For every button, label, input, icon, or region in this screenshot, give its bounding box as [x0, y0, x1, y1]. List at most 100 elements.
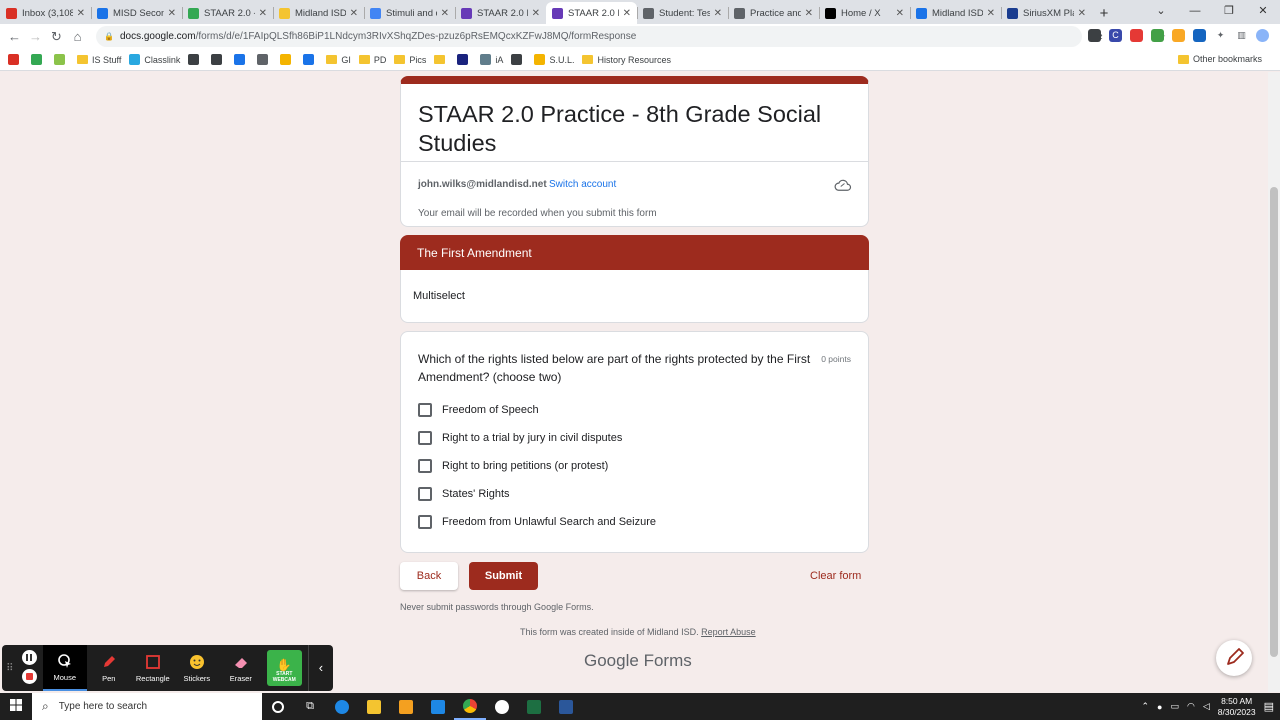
task-view-icon[interactable]: ⧉	[294, 693, 326, 720]
checkbox[interactable]	[418, 459, 432, 473]
clear-form-button[interactable]: Clear form	[810, 570, 861, 582]
page-scrollbar[interactable]	[1268, 72, 1280, 692]
tab-close-icon[interactable]: ✕	[259, 8, 267, 19]
checkbox[interactable]	[418, 487, 432, 501]
close-window-button[interactable]: ✕	[1246, 0, 1280, 24]
checkbox[interactable]	[418, 403, 432, 417]
extension-icon[interactable]	[1193, 29, 1206, 42]
bookmark-item[interactable]	[211, 54, 226, 65]
bookmark-item[interactable]	[511, 54, 526, 65]
chrome-icon[interactable]	[454, 693, 486, 720]
extension-icon[interactable]	[1151, 29, 1164, 42]
store-icon[interactable]	[390, 693, 422, 720]
back-arrow-icon[interactable]: ←	[4, 29, 25, 44]
bookmark-item[interactable]: IS Stuff	[77, 55, 121, 65]
bookmark-item[interactable]	[303, 54, 318, 65]
tab-close-icon[interactable]: ✕	[1078, 8, 1086, 19]
bookmark-item[interactable]: PD	[358, 55, 386, 65]
browser-tab[interactable]: Student: Test ✕	[637, 2, 728, 24]
tab-close-icon[interactable]: ✕	[896, 8, 904, 19]
bookmark-item[interactable]	[234, 54, 249, 65]
back-button[interactable]: Back	[400, 562, 458, 590]
tool-eraser-button[interactable]: Eraser	[219, 645, 263, 691]
reload-icon[interactable]: ↻	[46, 29, 67, 45]
tab-close-icon[interactable]: ✕	[987, 8, 995, 19]
bookmark-item[interactable]: S.U.L.	[534, 54, 574, 65]
tab-close-icon[interactable]: ✕	[168, 8, 176, 19]
tool-stickers-button[interactable]: Stickers	[175, 645, 219, 691]
browser-tab[interactable]: SiriusXM Play ✕	[1001, 2, 1092, 24]
bookmark-item[interactable]	[280, 54, 295, 65]
checkbox-option[interactable]: Freedom of Speech	[418, 403, 539, 417]
extension-icon[interactable]	[1172, 29, 1185, 42]
cortana-icon[interactable]	[262, 693, 294, 720]
browser-tab[interactable]: STAAR 2.0 - G ✕	[182, 2, 273, 24]
tool-pen-button[interactable]: Pen	[87, 645, 131, 691]
checkbox-option[interactable]: Freedom from Unlawful Search and Seizure	[418, 515, 656, 529]
forward-arrow-icon[interactable]: →	[25, 29, 46, 44]
battery-icon[interactable]: ▭	[1170, 701, 1179, 712]
extension-icon[interactable]	[1088, 29, 1101, 42]
home-icon[interactable]: ⌂	[67, 29, 88, 44]
other-bookmarks[interactable]: Other bookmarks	[1177, 54, 1262, 64]
checkbox[interactable]	[418, 431, 432, 445]
puzzle-icon[interactable]: ✦	[1214, 29, 1227, 42]
checkbox-option[interactable]: States' Rights	[418, 487, 510, 501]
minimize-button[interactable]: —	[1178, 0, 1212, 24]
tray-chevron-icon[interactable]: ⌃	[1141, 701, 1149, 712]
tab-search-icon[interactable]: ⌄	[1144, 0, 1178, 24]
tab-close-icon[interactable]: ✕	[623, 8, 631, 19]
browser-tab[interactable]: Midland ISD ✕	[910, 2, 1001, 24]
browser-tab[interactable]: STAAR 2.0 Pr ✕	[546, 2, 637, 24]
bookmark-item[interactable]: GI	[326, 55, 351, 65]
bookmark-item[interactable]: Classlink	[129, 54, 180, 65]
notifications-icon[interactable]: ▤	[1264, 700, 1274, 713]
word-icon[interactable]	[550, 693, 582, 720]
tool-rectangle-button[interactable]: Rectangle	[131, 645, 175, 691]
file-explorer-icon[interactable]	[358, 693, 390, 720]
browser-tab[interactable]: Midland ISD ✕	[273, 2, 364, 24]
browser-tab[interactable]: Practice and I ✕	[728, 2, 819, 24]
network-icon[interactable]: ◠	[1187, 701, 1195, 712]
app-icon[interactable]	[486, 693, 518, 720]
bookmark-item[interactable]	[434, 55, 449, 64]
drag-handle-icon[interactable]: ⠿	[2, 663, 18, 674]
tool-mouse-button[interactable]: Mouse	[42, 645, 87, 691]
tab-close-icon[interactable]: ✕	[441, 8, 449, 19]
scrollbar-thumb[interactable]	[1270, 187, 1278, 657]
bookmark-item[interactable]: iA	[480, 54, 503, 65]
bookmark-item[interactable]	[8, 54, 23, 65]
mail-icon[interactable]	[422, 693, 454, 720]
edit-pencil-button[interactable]	[1216, 640, 1252, 676]
bookmark-item[interactable]	[31, 54, 46, 65]
cloud-save-icon[interactable]	[834, 178, 852, 192]
report-abuse-link[interactable]: Report Abuse	[701, 627, 756, 637]
browser-tab[interactable]: Home / X ✕	[819, 2, 910, 24]
taskbar-search-input[interactable]: ⌕ Type here to search	[32, 693, 262, 720]
stop-recording-button[interactable]	[21, 669, 37, 684]
profile-avatar[interactable]	[1256, 29, 1269, 42]
bookmark-item[interactable]	[257, 54, 272, 65]
excel-icon[interactable]	[518, 693, 550, 720]
windows-start-icon[interactable]	[0, 698, 32, 716]
pause-recording-button[interactable]	[21, 650, 37, 665]
tab-close-icon[interactable]: ✕	[532, 8, 540, 19]
bookmark-item[interactable]	[54, 54, 69, 65]
tab-close-icon[interactable]: ✕	[77, 8, 85, 19]
taskbar-clock[interactable]: 8:50 AM 8/30/2023	[1218, 696, 1256, 718]
browser-tab[interactable]: Stimuli and q ✕	[364, 2, 455, 24]
new-tab-button[interactable]: +	[1092, 2, 1116, 24]
bookmark-item[interactable]	[188, 54, 203, 65]
google-forms-logo[interactable]: Google Forms	[584, 651, 692, 671]
extension-icon[interactable]: C	[1109, 29, 1122, 42]
tab-close-icon[interactable]: ✕	[805, 8, 813, 19]
tab-close-icon[interactable]: ✕	[350, 8, 358, 19]
bookmark-item[interactable]: Pics	[394, 55, 426, 65]
side-panel-icon[interactable]: ▥	[1235, 29, 1248, 42]
tab-close-icon[interactable]: ✕	[714, 8, 722, 19]
restore-button[interactable]: ❐	[1212, 0, 1246, 24]
bookmark-item[interactable]: History Resources	[582, 55, 671, 65]
checkbox-option[interactable]: Right to bring petitions (or protest)	[418, 459, 608, 473]
address-bar[interactable]: 🔒 docs.google.com/forms/d/e/1FAIpQLSfh86…	[96, 26, 1166, 47]
collapse-chevron-icon[interactable]: ‹	[307, 645, 333, 691]
